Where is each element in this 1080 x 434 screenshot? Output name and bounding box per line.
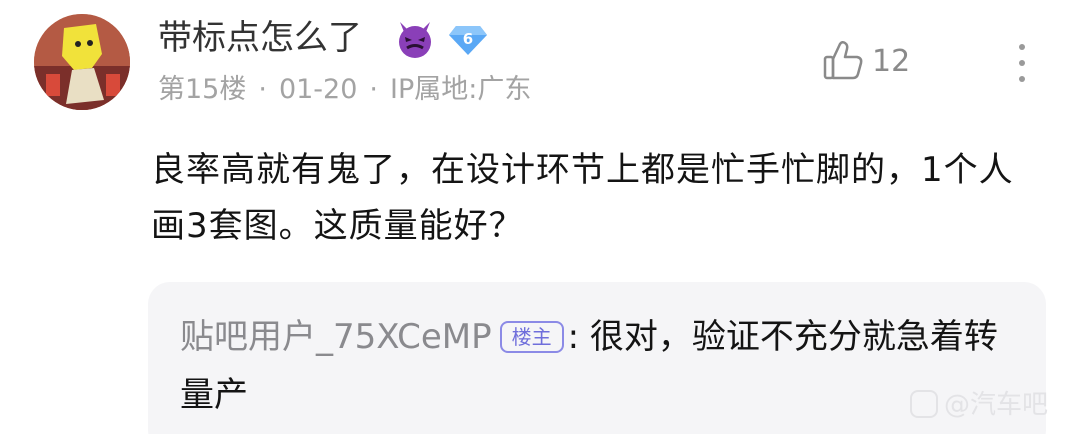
op-badge: 楼主	[499, 321, 564, 353]
avatar-image	[34, 14, 130, 110]
more-vertical-icon[interactable]	[1008, 40, 1036, 86]
watermark: @汽车吧	[910, 390, 1048, 420]
username[interactable]: 带标点怎么了	[158, 16, 362, 60]
user-level-badge: 6	[448, 24, 488, 56]
meta-separator: ·	[258, 74, 267, 105]
floor-number: 第15楼	[158, 74, 247, 105]
reply-line: 贴吧用户_75XCeMP 楼主: 很对，验证不充分就急着转量产	[180, 308, 1020, 424]
reply-username[interactable]: 贴吧用户_75XCeMP	[180, 317, 492, 357]
user-avatar[interactable]	[34, 14, 130, 110]
comment-text: 良率高就有鬼了，在设计环节上都是忙手忙脚的，1个人画3套图。这质量能好？	[151, 150, 1014, 246]
tieba-logo-icon	[910, 390, 938, 418]
like-count: 12	[872, 44, 911, 79]
post-meta: 第15楼 · 01-20 · IP属地:广东	[158, 72, 531, 108]
ip-location: IP属地:广东	[390, 74, 532, 105]
user-level-number: 6	[462, 30, 474, 48]
comment-card: 带标点怎么了 6 第15楼 · 01-20 · IP属地:广东 12 良率高就有鬼了，在…	[0, 0, 1080, 434]
watermark-text: @汽车吧	[944, 390, 1049, 420]
devil-face-icon	[399, 22, 431, 58]
post-date: 01-20	[278, 74, 358, 105]
thumbs-up-icon[interactable]	[820, 38, 866, 84]
reply-colon: :	[567, 317, 580, 357]
meta-separator: ·	[369, 74, 379, 105]
